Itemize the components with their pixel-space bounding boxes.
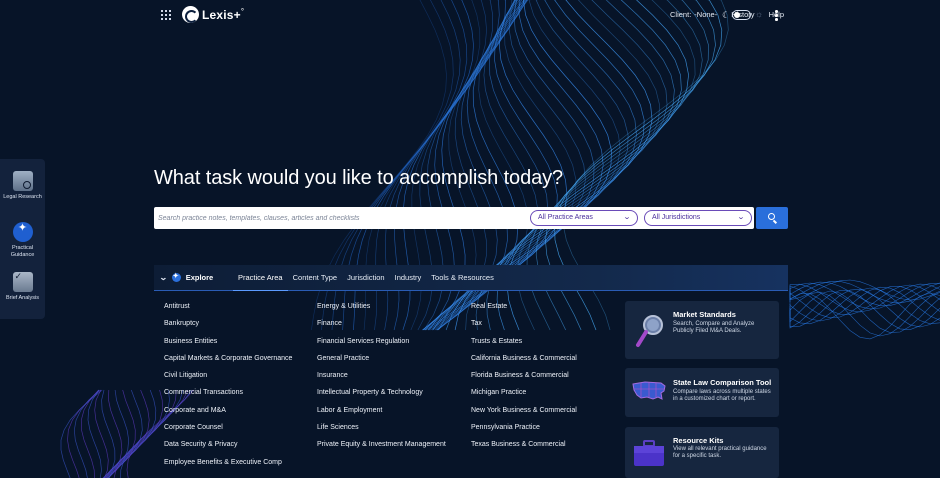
sun-icon: ☼ (755, 9, 764, 19)
practice-area-link[interactable]: Financial Services Regulation (317, 337, 477, 354)
top-bar: Lexis+° Client: -None- History Help ☾ ☼ (0, 0, 940, 30)
card-description: Compare laws across multiple states in a… (673, 389, 771, 402)
rail-item-label: Brief Analysis (5, 295, 39, 301)
jurisdiction-dropdown[interactable]: All Jurisdictions ⌄ (644, 210, 752, 226)
practice-area-column: Energy & Utilities Finance Financial Ser… (317, 302, 477, 458)
practice-area-link[interactable]: General Practice (317, 354, 477, 371)
practice-area-link[interactable]: Bankruptcy (164, 319, 324, 336)
practice-area-link[interactable]: Life Sciences (317, 423, 477, 440)
client-label: Client: (670, 10, 692, 19)
client-selector[interactable]: Client: -None- (670, 10, 717, 19)
briefcase-icon (634, 440, 664, 466)
tab-practice-area[interactable]: Practice Area (233, 265, 288, 291)
practice-area-column: Real Estate Tax Trusts & Estates Califor… (471, 302, 631, 458)
practice-area-link[interactable]: New York Business & Commercial (471, 406, 631, 423)
practice-area-link[interactable]: Data Security & Privacy (164, 440, 324, 457)
practice-area-link[interactable]: Tax (471, 319, 631, 336)
tab-industry[interactable]: Industry (390, 265, 427, 291)
explore-toggle[interactable]: ⌄ Explore (158, 272, 214, 282)
tab-jurisdiction[interactable]: Jurisdiction (342, 265, 390, 291)
rail-item-practical-guidance[interactable]: Practical Guidance (0, 222, 45, 258)
more-options-icon[interactable] (775, 10, 778, 21)
practice-area-link[interactable]: Energy & Utilities (317, 302, 477, 319)
moon-icon: ☾ (722, 10, 731, 20)
practice-area-link[interactable]: Business Entities (164, 337, 324, 354)
practice-area-link[interactable]: Real Estate (471, 302, 631, 319)
practical-guidance-icon (12, 222, 33, 242)
logo-superscript: ° (240, 7, 245, 16)
tab-content-type[interactable]: Content Type (288, 265, 342, 291)
practice-area-link[interactable]: Private Equity & Investment Management (317, 440, 477, 457)
rail-item-legal-research[interactable]: Legal Research (0, 171, 45, 201)
card-description: Search, Compare and Analyze Publicly Fil… (673, 321, 755, 334)
practice-area-link[interactable]: Commercial Transactions (164, 388, 324, 405)
practice-area-link[interactable]: Texas Business & Commercial (471, 440, 631, 457)
search-bar: All Practice Areas ⌄ All Jurisdictions ⌄ (154, 207, 754, 229)
brief-analysis-icon (12, 272, 33, 292)
practice-area-link[interactable]: Civil Litigation (164, 371, 324, 388)
practice-area-dropdown[interactable]: All Practice Areas ⌄ (530, 210, 638, 226)
lexis-logo[interactable]: Lexis+° (182, 6, 244, 23)
tab-tools-resources[interactable]: Tools & Resources (426, 265, 499, 291)
practice-area-link[interactable]: California Business & Commercial (471, 354, 631, 371)
compass-icon (171, 272, 181, 282)
magnifier-icon (636, 315, 663, 347)
practice-area-link[interactable]: Corporate Counsel (164, 423, 324, 440)
search-icon (768, 213, 775, 220)
practice-area-link[interactable]: Trusts & Estates (471, 337, 631, 354)
usa-map-icon (632, 381, 666, 400)
chevron-down-icon: ⌄ (622, 214, 632, 221)
legal-research-icon (12, 171, 33, 191)
rail-item-label: Legal Research (3, 194, 42, 200)
rail-item-brief-analysis[interactable]: Brief Analysis (0, 272, 45, 302)
jurisdiction-value: All Jurisdictions (652, 214, 701, 221)
practice-area-link[interactable]: Pennsylvania Practice (471, 423, 631, 440)
market-standards-card[interactable]: Market Standards Search, Compare and Ana… (625, 301, 779, 359)
practice-area-column: Antitrust Bankruptcy Business Entities C… (164, 302, 324, 475)
practice-area-link[interactable]: Michigan Practice (471, 388, 631, 405)
card-title: Market Standards (673, 310, 736, 319)
practice-area-link[interactable]: Corporate and M&A (164, 406, 324, 423)
practice-area-link[interactable]: Intellectual Property & Technology (317, 388, 477, 405)
theme-toggle[interactable] (732, 10, 751, 20)
card-title: State Law Comparison Tool (673, 378, 772, 387)
explore-label: Explore (185, 273, 214, 282)
search-input[interactable] (158, 210, 518, 226)
search-button[interactable] (756, 207, 788, 229)
apps-grid-icon[interactable] (161, 10, 171, 20)
practice-area-link[interactable]: Employee Benefits & Executive Comp (164, 458, 324, 475)
chevron-down-icon: ⌄ (158, 273, 168, 282)
card-description: View all relevant practical guidance for… (673, 446, 767, 459)
practice-area-link[interactable]: Antitrust (164, 302, 324, 319)
resource-kits-card[interactable]: Resource Kits View all relevant practica… (625, 427, 779, 478)
rail-item-label: Practical Guidance (10, 245, 35, 258)
hero-title: What task would you like to accomplish t… (154, 167, 564, 189)
practice-area-link[interactable]: Labor & Employment (317, 406, 477, 423)
state-law-comparison-card[interactable]: State Law Comparison Tool Compare laws a… (625, 368, 779, 417)
app-name: Lexis+ (202, 8, 241, 22)
practice-area-link[interactable]: Finance (317, 319, 477, 336)
card-title: Resource Kits (673, 436, 724, 445)
chevron-down-icon: ⌄ (736, 214, 746, 221)
product-rail: Legal Research Practical Guidance Brief … (0, 159, 45, 319)
lexis-logo-icon (182, 6, 199, 23)
practice-area-link[interactable]: Florida Business & Commercial (471, 371, 631, 388)
client-value: -None- (694, 10, 718, 19)
practice-area-link[interactable]: Insurance (317, 371, 477, 388)
explore-bar: ⌄ Explore Practice Area Content Type Jur… (154, 265, 788, 291)
explore-tabs: Practice Area Content Type Jurisdiction … (233, 265, 499, 291)
practice-area-link[interactable]: Capital Markets & Corporate Governance (164, 354, 324, 371)
practice-area-value: All Practice Areas (538, 214, 593, 221)
